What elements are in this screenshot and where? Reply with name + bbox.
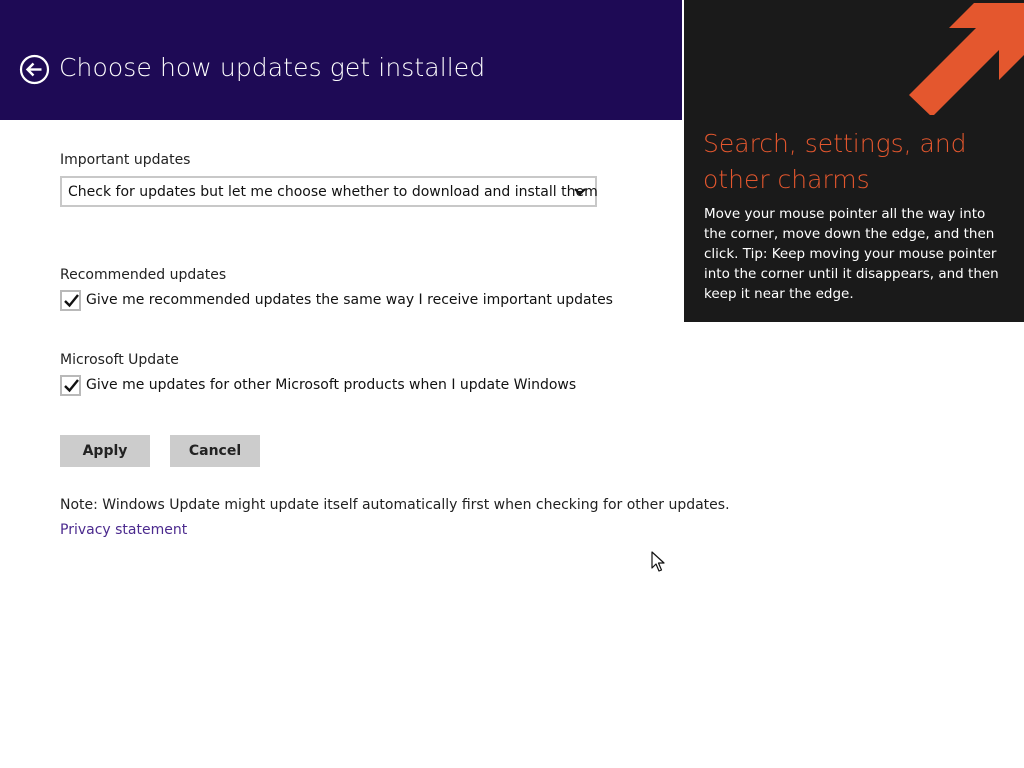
back-button[interactable] — [19, 54, 50, 85]
page-header: Choose how updates get installed — [0, 0, 682, 120]
mouse-pointer-icon — [651, 551, 665, 572]
charms-tip-panel: Search, settings, and other charms Move … — [684, 0, 1024, 322]
privacy-statement-link[interactable]: Privacy statement — [60, 522, 187, 538]
charms-tip-body: Move your mouse pointer all the way into… — [704, 206, 999, 302]
diagonal-arrow-up-right-icon — [909, 3, 1024, 115]
recommended-updates-checkbox[interactable] — [60, 290, 81, 311]
checkmark-icon — [64, 294, 79, 308]
update-note: Note: Windows Update might update itself… — [60, 497, 730, 513]
chevron-down-icon — [574, 188, 586, 196]
important-updates-dropdown[interactable]: Check for updates but let me choose whet… — [60, 176, 598, 207]
back-arrow-circle-icon — [19, 54, 50, 85]
charms-tip-title: Search, settings, and other charms — [703, 129, 967, 194]
important-updates-selected-value: Check for updates but let me choose whet… — [68, 184, 598, 200]
microsoft-update-checkbox-label[interactable]: Give me updates for other Microsoft prod… — [86, 377, 576, 393]
apply-button[interactable]: Apply — [60, 435, 150, 467]
recommended-updates-checkbox-label[interactable]: Give me recommended updates the same way… — [86, 292, 613, 308]
checkmark-icon — [64, 379, 79, 393]
microsoft-update-label: Microsoft Update — [60, 352, 179, 368]
cancel-button[interactable]: Cancel — [170, 435, 260, 467]
microsoft-update-checkbox[interactable] — [60, 375, 81, 396]
recommended-updates-label: Recommended updates — [60, 267, 227, 283]
important-updates-label: Important updates — [60, 152, 191, 168]
page-title: Choose how updates get installed — [59, 53, 486, 82]
